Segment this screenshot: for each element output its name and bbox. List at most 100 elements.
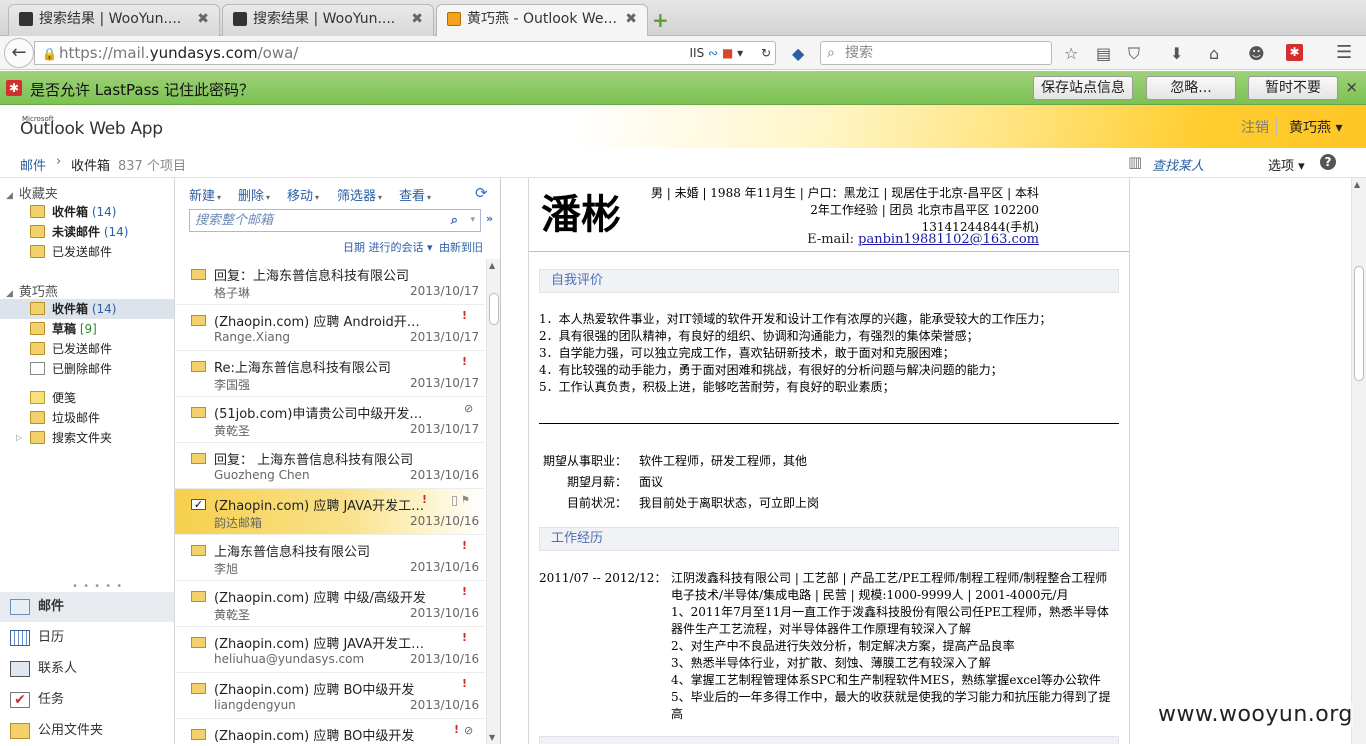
folder-label: 草稿	[52, 322, 77, 336]
nav-public-folders[interactable]: 公用文件夹	[0, 716, 174, 746]
new-tab-icon[interactable]: +	[652, 8, 669, 32]
folder-pane: ◢ 收藏夹 收件箱 (14) 未读邮件 (14) 已发送邮件 ◢ 黄巧燕 收件箱 (…	[0, 178, 175, 744]
search-icon: ⌕	[827, 45, 835, 61]
ie-tab-icon[interactable]: ∾	[708, 46, 718, 60]
message-row[interactable]: (Zhaopin.com) 应聘 BO中级开发 ! liangdengyun 2…	[175, 673, 485, 719]
browser-tab-2[interactable]: 搜索结果 | WooYun.... ✖	[222, 4, 434, 36]
new-button[interactable]: 新建 ▾	[189, 185, 221, 204]
menu-icon[interactable]: ☰	[1336, 42, 1352, 63]
chevron-down-icon[interactable]: ▾	[470, 210, 475, 231]
flag-icon[interactable]: ⚑	[461, 495, 470, 506]
scroll-up-icon[interactable]: ▲	[489, 261, 495, 270]
logout-link[interactable]: 注销	[1241, 117, 1269, 137]
chevron-down-icon: ▾	[217, 193, 222, 202]
scroll-up-icon[interactable]: ▲	[1354, 180, 1360, 189]
save-site-button[interactable]: 保存站点信息	[1033, 76, 1133, 100]
folder-deleted[interactable]: 已删除邮件	[0, 359, 174, 379]
tab-title: 搜索结果 | WooYun....	[39, 11, 182, 27]
message-row[interactable]: (Zhaopin.com) 应聘 JAVA开发工程师 ! heliuhua@yu…	[175, 627, 485, 673]
user-menu[interactable]: 黄巧燕 ▾	[1289, 117, 1342, 137]
folder-drafts[interactable]: 草稿 [9]	[0, 319, 174, 339]
view-button[interactable]: 查看 ▾	[399, 185, 431, 204]
sent-mail-icon	[30, 342, 45, 355]
browser-tab-1[interactable]: 搜索结果 | WooYun.... ✖	[8, 4, 220, 36]
favorite-unread[interactable]: 未读邮件 (14)	[0, 222, 174, 242]
close-tab-icon[interactable]: ✖	[411, 5, 423, 33]
pane-splitter[interactable]: • • • • •	[72, 581, 123, 592]
nav-contacts[interactable]: 联系人	[0, 654, 174, 684]
refresh-icon[interactable]: ⟳	[475, 184, 488, 202]
browser-tab-3[interactable]: 黄巧燕 - Outlook We... ✖	[436, 4, 648, 37]
mailbox-search-input[interactable]: 搜索整个邮箱 ⌕ ▾	[189, 209, 481, 232]
folder-junk[interactable]: 垃圾邮件	[0, 408, 174, 428]
back-button[interactable]: ←	[4, 38, 34, 68]
chat-icon[interactable]: ☻	[1248, 44, 1265, 63]
scroll-thumb[interactable]	[1354, 266, 1364, 381]
favorite-inbox[interactable]: 收件箱 (14)	[0, 202, 174, 222]
message-row[interactable]: Re:上海东普信息科技有限公司 ! 李国强 2013/10/17	[175, 351, 485, 397]
message-sender: 黄乾圣	[214, 608, 251, 622]
find-someone-link[interactable]: ▥ 查找某人	[1128, 153, 1204, 174]
category-icon[interactable]	[452, 496, 457, 506]
move-button[interactable]: 移动 ▾	[287, 185, 319, 204]
close-tab-icon[interactable]: ✖	[197, 5, 209, 33]
scroll-thumb[interactable]	[489, 293, 499, 325]
message-row[interactable]: (Zhaopin.com) 应聘 中级/高级开发 ! 黄乾圣 2013/10/1…	[175, 581, 485, 627]
nav-label: 公用文件夹	[38, 723, 104, 738]
addon-bird-icon[interactable]: ◆	[792, 44, 804, 63]
help-icon[interactable]: ?	[1320, 154, 1336, 170]
pocket-icon[interactable]: ⛉	[1128, 44, 1140, 64]
favorite-sent[interactable]: 已发送邮件	[0, 242, 174, 262]
url-bar[interactable]: 🔒 https://mail.yundasys.com/owa/ IIS ∾ ■…	[34, 41, 776, 65]
expand-triangle-icon[interactable]: ▷	[16, 428, 22, 448]
filter-button[interactable]: 筛选器 ▾	[337, 185, 382, 204]
home-icon[interactable]: ⌂	[1209, 44, 1219, 63]
envelope-icon	[191, 545, 206, 556]
favorites-group[interactable]: ◢ 收藏夹	[6, 183, 58, 202]
checkbox-checked-icon[interactable]: ✓	[191, 499, 206, 510]
download-icon[interactable]: ⬇	[1170, 44, 1183, 63]
mailbox-group[interactable]: ◢ 黄巧燕	[6, 281, 58, 300]
lastpass-icon[interactable]: ✱	[1286, 44, 1303, 61]
nav-calendar[interactable]: 日历	[0, 623, 174, 653]
browser-search-input[interactable]: ⌕ 搜索	[820, 41, 1052, 65]
message-row[interactable]: (51job.com)申请贵公司中级开发工程师 ⊘ 黄乾圣 2013/10/17	[175, 397, 485, 443]
mail-icon	[10, 599, 30, 615]
reading-pane-scrollbar[interactable]: ▲	[1351, 178, 1366, 744]
options-menu[interactable]: 选项 ▾	[1268, 155, 1305, 174]
message-row[interactable]: 回复： 上海东普信息科技有限公司 Guozheng Chen 2013/10/1…	[175, 443, 485, 489]
reload-icon[interactable]: ↻	[761, 46, 771, 60]
close-tab-icon[interactable]: ✖	[625, 5, 637, 33]
nav-mail[interactable]: 邮件	[0, 592, 174, 622]
not-now-button[interactable]: 暂时不要	[1248, 76, 1338, 100]
search-icon[interactable]: ⌕	[451, 210, 458, 231]
list-scrollbar[interactable]: ▲ ▼	[486, 259, 500, 744]
email-link[interactable]: panbin19881102@163.com	[858, 232, 1039, 247]
new-label: 新建	[189, 189, 216, 204]
message-row[interactable]: 上海东普信息科技有限公司 ! 李旭 2013/10/16	[175, 535, 485, 581]
breadcrumb-mail-link[interactable]: 邮件	[20, 155, 46, 174]
ignore-button[interactable]: 忽略...	[1146, 76, 1236, 100]
expand-search-icon[interactable]: »	[486, 212, 493, 225]
sort-order-toggle[interactable]: 由新到旧	[439, 239, 483, 255]
folder-label: 收件箱	[52, 302, 89, 316]
close-icon[interactable]: ×	[1345, 78, 1358, 96]
bookmark-star-icon[interactable]: ☆	[1064, 44, 1078, 63]
sort-by-menu[interactable]: 日期 进行的会话 ▾	[343, 239, 433, 255]
message-row[interactable]: (Zhaopin.com) 应聘 Android开发工程师 ! Range.Xi…	[175, 305, 485, 351]
collapse-triangle-icon: ◢	[6, 191, 13, 201]
nav-tasks[interactable]: ✔ 任务	[0, 685, 174, 715]
folder-search[interactable]: ▷ 搜索文件夹	[0, 428, 174, 448]
item-count: 837 个项目	[118, 159, 186, 174]
message-row[interactable]: 回复：上海东普信息科技有限公司 格子琳 2013/10/17	[175, 259, 485, 305]
folder-label: 搜索文件夹	[52, 431, 113, 445]
reading-list-icon[interactable]: ▤	[1096, 44, 1111, 63]
folder-notes[interactable]: 便笺	[0, 388, 174, 408]
folder-sent[interactable]: 已发送邮件	[0, 339, 174, 359]
message-row-selected[interactable]: ✓ (Zhaopin.com) 应聘 JAVA开发工程师 ! ⚑ 韵达邮箱 20…	[175, 489, 485, 535]
scroll-down-icon[interactable]: ▼	[489, 733, 495, 742]
folder-inbox[interactable]: 收件箱 (14)	[0, 299, 174, 319]
message-row[interactable]: (Zhaopin.com) 应聘 BO中级开发 ! ⊘	[175, 719, 485, 744]
delete-button[interactable]: 删除 ▾	[238, 185, 270, 204]
url-scheme: https://mail.	[59, 44, 150, 62]
